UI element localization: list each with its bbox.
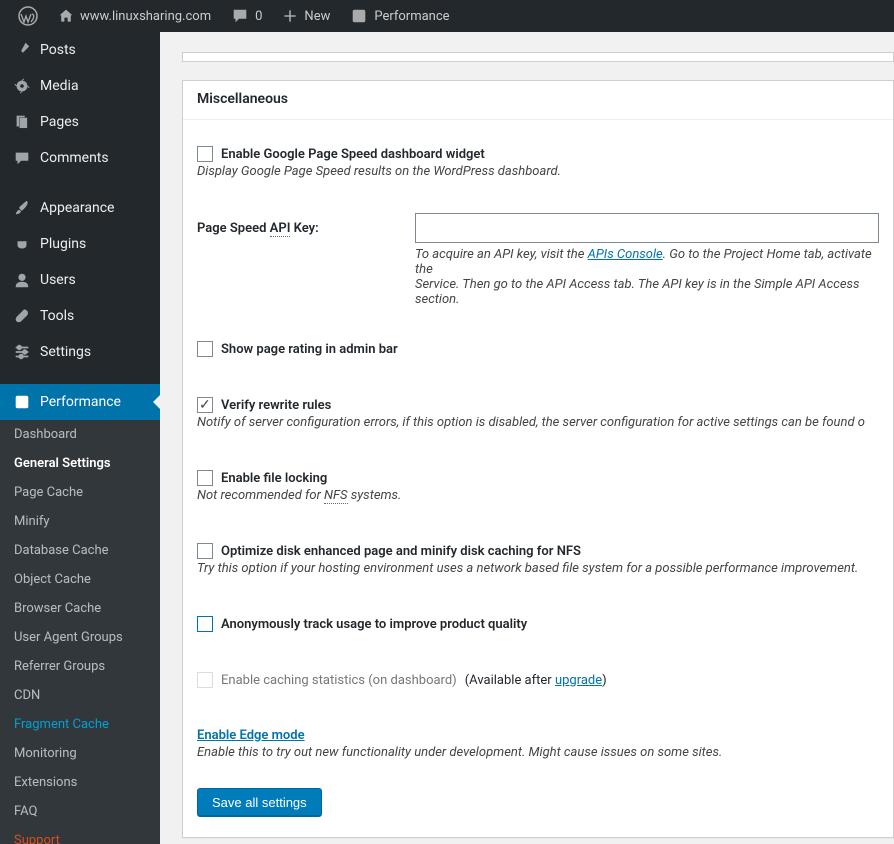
wp-logo[interactable] [8, 0, 48, 32]
row-nfs-optimize[interactable]: Optimize disk enhanced page and minify d… [197, 543, 879, 559]
new-label: New [304, 9, 330, 24]
sub-dashboard[interactable]: Dashboard [0, 420, 160, 449]
sub-database-cache[interactable]: Database Cache [0, 536, 160, 565]
api-key-label: Page Speed API Key: [197, 221, 415, 236]
sub-ua-groups[interactable]: User Agent Groups [0, 623, 160, 652]
menu-pages[interactable]: Pages [0, 104, 160, 140]
sub-faq[interactable]: FAQ [0, 797, 160, 826]
menu-users[interactable]: Users [0, 262, 160, 298]
api-key-hint: To acquire an API key, visit the APIs Co… [415, 247, 879, 307]
checkbox-caching-stats [197, 672, 213, 688]
api-key-input[interactable] [415, 213, 879, 243]
misc-panel: Miscellaneous Enable Google Page Speed d… [182, 80, 894, 838]
comment-count: 0 [255, 9, 262, 24]
menu-media[interactable]: Media [0, 68, 160, 104]
sliders-icon [12, 342, 32, 362]
comments-icon [12, 148, 32, 168]
toolbar-comments[interactable]: 0 [221, 0, 272, 32]
label-caching-stats: Enable caching statistics (on dashboard) [221, 673, 457, 688]
checkbox-enable-gps[interactable] [197, 146, 213, 162]
performance-submenu: Dashboard General Settings Page Cache Mi… [0, 420, 160, 844]
prev-panel-bottom [182, 52, 894, 62]
sub-minify[interactable]: Minify [0, 507, 160, 536]
row-show-rating[interactable]: Show page rating in admin bar [197, 341, 879, 357]
gauge-icon [12, 392, 32, 412]
brush-icon [12, 198, 32, 218]
row-verify-rules[interactable]: Verify rewrite rules [197, 397, 879, 413]
performance-label: Performance [374, 9, 449, 24]
checkbox-nfs-optimize[interactable] [197, 543, 213, 559]
menu-settings[interactable]: Settings [0, 334, 160, 370]
content-area: Miscellaneous Enable Google Page Speed d… [160, 32, 894, 844]
desc-enable-gps: Display Google Page Speed results on the… [197, 164, 879, 179]
apis-console-link[interactable]: APIs Console [588, 247, 663, 262]
row-anon-track[interactable]: Anonymously track usage to improve produ… [197, 616, 879, 632]
site-name: www.linuxsharing.com [80, 9, 211, 24]
desc-nfs-optimize: Try this option if your hosting environm… [197, 561, 879, 576]
sub-cdn[interactable]: CDN [0, 681, 160, 710]
upgrade-note: (Available after upgrade) [465, 673, 607, 688]
sub-monitoring[interactable]: Monitoring [0, 739, 160, 768]
sub-fragment-cache[interactable]: Fragment Cache [0, 710, 160, 739]
menu-plugins[interactable]: Plugins [0, 226, 160, 262]
menu-comments[interactable]: Comments [0, 140, 160, 176]
row-file-locking[interactable]: Enable file locking [197, 470, 879, 486]
pages-icon [12, 112, 32, 132]
toolbar-new[interactable]: New [272, 0, 340, 32]
sub-support[interactable]: Support [0, 826, 160, 844]
panel-title: Miscellaneous [183, 81, 893, 120]
sub-browser-cache[interactable]: Browser Cache [0, 594, 160, 623]
toolbar-performance[interactable]: Performance [340, 0, 459, 32]
sub-page-cache[interactable]: Page Cache [0, 478, 160, 507]
save-all-button[interactable]: Save all settings [197, 788, 322, 817]
checkbox-verify-rules[interactable] [197, 397, 213, 413]
menu-appearance[interactable]: Appearance [0, 190, 160, 226]
enable-edge-link[interactable]: Enable Edge mode [197, 728, 305, 743]
checkbox-anon-track[interactable] [197, 616, 213, 632]
admin-sidebar: Posts Media Pages Comments Appearance Pl… [0, 32, 160, 844]
wordpress-icon [18, 6, 38, 26]
checkbox-file-locking[interactable] [197, 470, 213, 486]
admin-toolbar: www.linuxsharing.com 0 New Performance [0, 0, 894, 32]
user-icon [12, 270, 32, 290]
performance-icon [350, 7, 368, 25]
sub-extensions[interactable]: Extensions [0, 768, 160, 797]
desc-file-locking: Not recommended for NFS systems. [197, 488, 879, 503]
site-link[interactable]: www.linuxsharing.com [48, 0, 221, 32]
row-enable-gps[interactable]: Enable Google Page Speed dashboard widge… [197, 146, 879, 162]
upgrade-link[interactable]: upgrade [555, 673, 602, 688]
sub-object-cache[interactable]: Object Cache [0, 565, 160, 594]
home-icon [58, 8, 74, 24]
menu-tools[interactable]: Tools [0, 298, 160, 334]
pin-icon [12, 40, 32, 60]
sub-referrer-groups[interactable]: Referrer Groups [0, 652, 160, 681]
sub-general-settings[interactable]: General Settings [0, 449, 160, 478]
menu-performance[interactable]: Performance [0, 384, 160, 420]
desc-edge: Enable this to try out new functionality… [197, 745, 879, 760]
checkbox-show-rating[interactable] [197, 341, 213, 357]
wrench-icon [12, 306, 32, 326]
plus-icon [282, 8, 298, 24]
desc-verify-rules: Notify of server configuration errors, i… [197, 415, 879, 430]
media-icon [12, 76, 32, 96]
menu-posts[interactable]: Posts [0, 32, 160, 68]
comment-icon [231, 7, 249, 25]
plug-icon [12, 234, 32, 254]
